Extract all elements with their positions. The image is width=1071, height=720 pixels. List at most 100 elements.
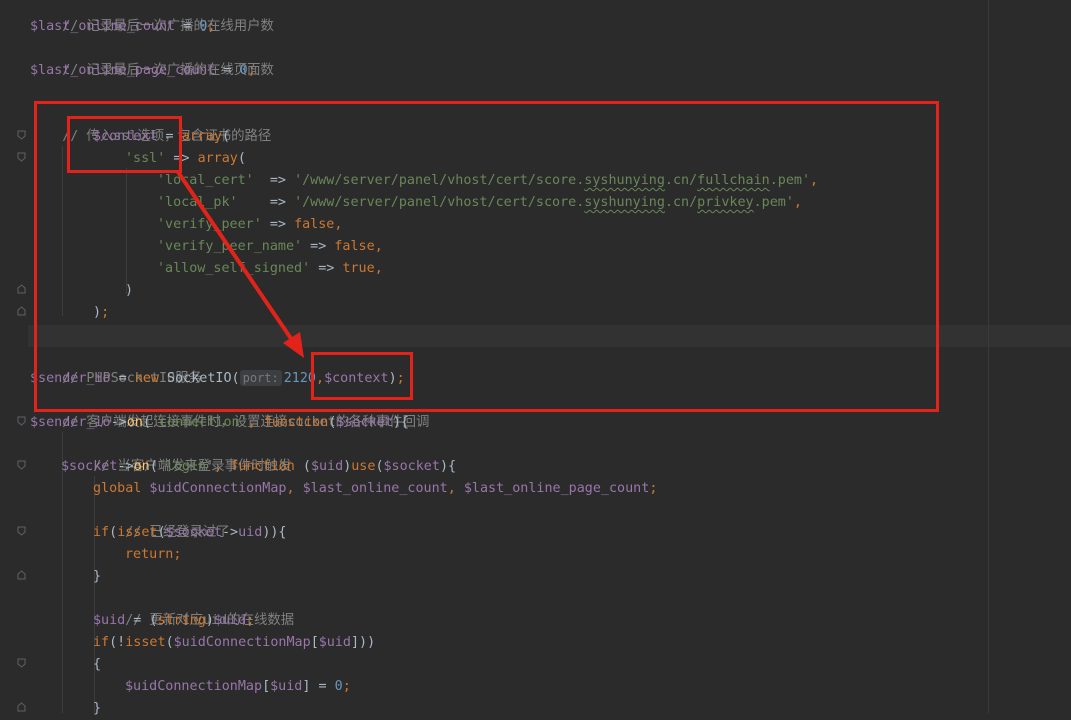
punctuation: (	[165, 635, 174, 650]
fold-collapse-icon[interactable]	[17, 460, 26, 470]
operator: ->	[222, 525, 239, 540]
operator: =	[215, 63, 240, 78]
code-line[interactable]: }	[93, 698, 101, 720]
fold-expand-end-icon[interactable]	[17, 702, 26, 712]
variable: $socket	[165, 525, 222, 540]
variable: $uidConnectionMap	[173, 635, 311, 650]
keyword: return	[125, 547, 174, 562]
operator: = (	[125, 613, 158, 628]
fold-collapse-icon[interactable]	[17, 416, 26, 426]
editor-gutter	[0, 0, 28, 713]
punctuation: (	[375, 459, 384, 474]
semicolon: ;	[649, 481, 658, 496]
function-name: on	[133, 459, 150, 474]
keyword: function	[263, 415, 329, 430]
punctuation: (	[149, 459, 158, 474]
fold-collapse-icon[interactable]	[17, 526, 26, 536]
punctuation: [	[262, 679, 271, 694]
code-line[interactable]: global $uidConnectionMap, $last_online_c…	[93, 478, 657, 500]
code-line[interactable]: // 记录最后一次广播的在线用户数	[30, 0, 274, 34]
variable: $uid	[93, 613, 126, 628]
right-margin-guide	[988, 0, 989, 713]
code-line[interactable]: if(!isset($uidConnectionMap[$uid]))	[93, 632, 375, 654]
punctuation: ]))	[351, 635, 376, 650]
code-line[interactable]: $last_online_count = 0;	[30, 16, 215, 38]
punctuation: }	[93, 569, 102, 584]
function-name: on	[126, 415, 143, 430]
variable: $uid	[310, 459, 344, 474]
keyword: if	[93, 635, 110, 650]
code-editor[interactable]: // 记录最后一次广播的在线用户数 $last_online_count = 0…	[0, 0, 1071, 716]
fold-collapse-icon[interactable]	[17, 658, 26, 668]
fold-expand-end-icon[interactable]	[17, 284, 26, 294]
annotation-context-arg-box	[311, 352, 413, 400]
semicolon: ;	[247, 63, 256, 78]
punctuation: (	[157, 525, 166, 540]
variable: $uid	[318, 635, 351, 650]
punctuation: (!	[109, 635, 126, 650]
code-line[interactable]: if(isset($socket->uid)){	[93, 522, 287, 544]
punctuation: [	[310, 635, 319, 650]
operator: =	[175, 19, 200, 34]
punctuation: (	[109, 525, 118, 540]
punctuation: ){	[392, 415, 409, 430]
semicolon: ;	[246, 613, 255, 628]
comma: ,	[286, 481, 303, 496]
variable: $uidConnectionMap	[141, 481, 287, 496]
semicolon: ;	[173, 547, 182, 562]
code-line[interactable]: {	[93, 654, 101, 676]
code-line[interactable]: // 已经登录过了	[93, 500, 230, 540]
variable: $socket	[383, 459, 440, 474]
semicolon: ;	[342, 679, 351, 694]
semicolon: ;	[207, 19, 216, 34]
variable: $uid	[270, 679, 303, 694]
code-line[interactable]: $socket->on('login', function ($uid)use(…	[61, 456, 456, 478]
keyword: if	[93, 525, 110, 540]
keyword: use	[351, 459, 376, 474]
code-line[interactable]: // 当客户端发来登录事件时触发	[61, 434, 291, 474]
variable: $last_online_count	[30, 19, 176, 34]
code-line[interactable]: }	[93, 566, 101, 588]
comma: ,	[247, 415, 264, 430]
punctuation: )){	[262, 525, 287, 540]
code-line[interactable]: $uid = (string)$uid;	[93, 610, 254, 632]
code-line[interactable]: // 更新对应uid的在线数据	[93, 588, 294, 628]
fold-expand-end-icon[interactable]	[17, 570, 26, 580]
punctuation: (	[294, 459, 311, 474]
code-line[interactable]: return;	[125, 544, 181, 566]
comma: ,	[447, 481, 464, 496]
variable: $socket	[61, 459, 118, 474]
keyword: isset	[117, 525, 158, 540]
punctuation: ){	[439, 459, 457, 474]
fold-expand-end-icon[interactable]	[17, 306, 26, 316]
keyword: function	[230, 459, 295, 474]
variable: $uid	[213, 613, 247, 628]
variable: $last_online_page_count	[463, 481, 650, 496]
comma: ,	[214, 459, 231, 474]
variable: $sender_io	[30, 415, 111, 430]
code-line[interactable]: // 记录最后一次广播的在线页面数	[30, 38, 274, 78]
number: 0	[239, 63, 248, 78]
code-line[interactable]: $last_online_page_count = 0;	[30, 60, 256, 82]
string: 'connection'	[150, 415, 248, 430]
code-line[interactable]: $sender_io->on('connection', function($s…	[30, 412, 409, 434]
variable: $socket	[336, 415, 393, 430]
code-line[interactable]: $uidConnectionMap[$uid] = 0;	[125, 676, 351, 698]
keyword: global	[93, 481, 142, 496]
operator: ->	[117, 459, 134, 474]
fold-collapse-icon[interactable]	[17, 130, 26, 140]
keyword: string	[157, 613, 206, 628]
punctuation: }	[93, 701, 102, 716]
keyword: isset	[125, 635, 166, 650]
annotation-context-box	[67, 116, 182, 173]
punctuation: )	[205, 613, 214, 628]
punctuation: (	[142, 415, 151, 430]
property: uid	[238, 525, 263, 540]
number: 0	[334, 679, 343, 694]
operator: ] =	[302, 679, 335, 694]
fold-collapse-icon[interactable]	[17, 152, 26, 162]
variable: $uidConnectionMap	[125, 679, 263, 694]
variable: $last_online_page_count	[30, 63, 216, 78]
variable: $last_online_count	[302, 481, 448, 496]
string: 'login'	[157, 459, 215, 474]
